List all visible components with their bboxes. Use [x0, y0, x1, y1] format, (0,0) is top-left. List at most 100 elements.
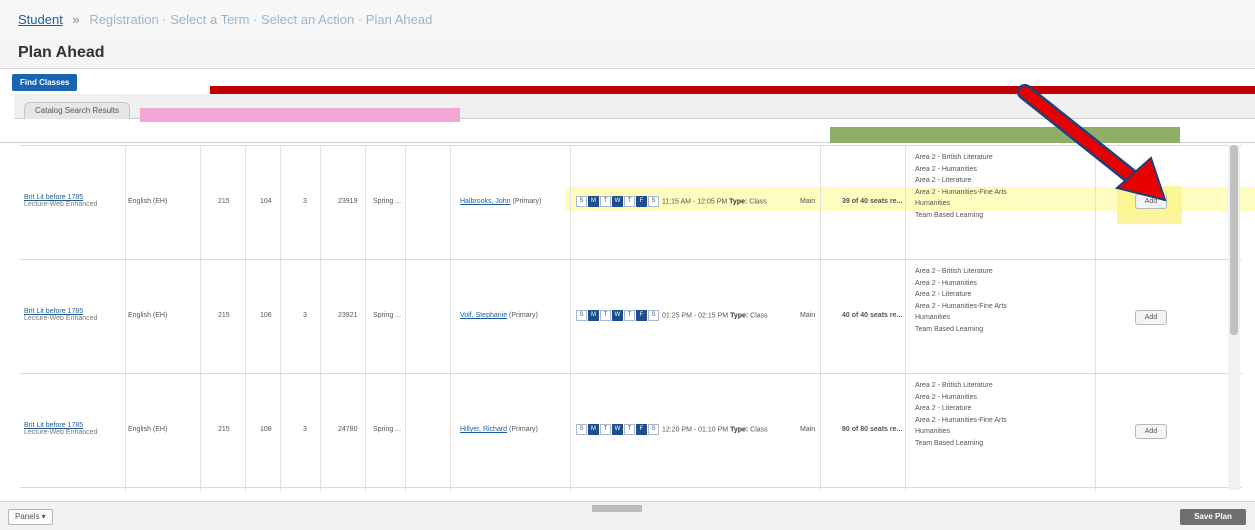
course-subtitle: Lecture-Web Enhanced — [24, 429, 98, 436]
term-cell: Spring ... — [373, 426, 402, 433]
campus-cell: Main — [800, 312, 816, 319]
instructor-link[interactable]: Halbrooks, John — [460, 198, 511, 205]
attribute-item: Team Based Learning — [915, 211, 984, 219]
subject-cell: English (EH) — [128, 312, 168, 319]
seats-cell: 80 of 80 seats re... — [842, 426, 903, 433]
day-monday: M — [588, 424, 599, 435]
term-cell: Spring ... — [373, 312, 402, 319]
attributes-cell: Area 2 - British Literature Area 2 - Hum… — [915, 152, 1007, 221]
campus-cell: Main — [800, 426, 816, 433]
attribute-item: Humanities — [915, 314, 951, 321]
panels-button[interactable]: Panels ▾ — [8, 509, 53, 525]
instructor-cell: Halbrooks, John (Primary) — [460, 198, 541, 205]
attribute-item: Area 2 - British Literature — [915, 154, 993, 161]
day-tuesday: T — [600, 310, 611, 321]
breadcrumb-separator: » — [72, 12, 80, 27]
course-title-link[interactable]: Brit Lit before 1785 — [24, 422, 83, 429]
hours-cell: 3 — [303, 426, 307, 433]
day-sunday: S — [576, 424, 587, 435]
day-monday: M — [588, 196, 599, 207]
course-subtitle: Lecture-Web Enhanced — [24, 315, 98, 322]
subject-cell: English (EH) — [128, 426, 168, 433]
day-thursday: T — [624, 310, 635, 321]
instructor-cell: Hillyer, Richard (Primary) — [460, 426, 538, 433]
course-number-cell: 215 — [218, 426, 230, 433]
instructor-link[interactable]: Volf, Stephanie — [460, 312, 507, 319]
attribute-item: Humanities — [915, 200, 951, 207]
results-scrollbar[interactable] — [1228, 145, 1240, 490]
meeting-time: 12:20 PM - 01:10 PM — [661, 426, 729, 434]
type-label: Type: — [730, 312, 749, 320]
meeting-time: 01:25 PM - 02:15 PM — [661, 312, 729, 320]
attribute-item: Team Based Learning — [915, 325, 984, 333]
course-title-link[interactable]: Brit Lit before 1785 — [24, 194, 83, 201]
day-wednesday: W — [612, 310, 623, 321]
scrollbar-thumb[interactable] — [1230, 145, 1238, 335]
course-subtitle: Lecture-Web Enhanced — [24, 201, 98, 208]
attribute-item: Area 2 - Humanities — [915, 393, 977, 401]
day-thursday: T — [624, 424, 635, 435]
attributes-cell: Area 2 - British Literature Area 2 - Hum… — [915, 380, 1007, 449]
attribute-item: Area 2 - Humanities — [915, 279, 977, 287]
crn-cell: 23919 — [338, 198, 358, 205]
attribute-item: Area 2 - Literature — [915, 291, 972, 298]
tab-catalog-search-results[interactable]: Catalog Search Results — [24, 102, 131, 119]
meeting-times-cell: SMTWTFS 12:20 PM - 01:10 PM Type: Class — [576, 424, 768, 435]
find-classes-button[interactable]: Find Classes — [12, 74, 78, 91]
seats-cell: 40 of 40 seats re... — [842, 312, 903, 319]
footer-bar: Panels ▾ Save Plan — [0, 501, 1255, 530]
subject-cell: English (EH) — [128, 198, 168, 205]
attribute-item: Area 2 - British Literature — [915, 382, 993, 389]
add-button[interactable]: Add — [1135, 310, 1167, 325]
save-plan-button[interactable]: Save Plan — [1180, 509, 1246, 525]
breadcrumb-trail[interactable]: Registration · Select a Term · Select an… — [89, 12, 432, 27]
attribute-item: Team Based Learning — [915, 439, 984, 447]
day-saturday: S — [648, 310, 659, 321]
hours-cell: 3 — [303, 312, 307, 319]
day-friday: F — [636, 310, 647, 321]
pager-handle[interactable] — [592, 505, 642, 512]
attributes-cell: Area 2 - British Literature Area 2 - Hum… — [915, 266, 1007, 335]
instructor-cell: Volf, Stephanie (Primary) — [460, 312, 538, 319]
course-number-cell: 215 — [218, 198, 230, 205]
attribute-item: Area 2 - Humanities-Fine Arts — [915, 302, 1007, 310]
hours-cell: 3 — [303, 198, 307, 205]
add-button[interactable]: Add — [1135, 424, 1167, 439]
title-bar: Plan Ahead — [0, 38, 1255, 69]
instructor-role: (Primary) — [509, 312, 538, 319]
crn-cell: 24780 — [338, 426, 358, 433]
meeting-days: SMTWTFS — [576, 196, 660, 207]
day-wednesday: W — [612, 196, 623, 207]
attribute-item: Area 2 - Literature — [915, 405, 972, 412]
day-monday: M — [588, 310, 599, 321]
course-number-cell: 215 — [218, 312, 230, 319]
red-arrow-icon — [1017, 84, 1167, 202]
attribute-item: Area 2 - Humanities-Fine Arts — [915, 188, 1007, 196]
meeting-time: 11:15 AM - 12:05 PM — [661, 198, 728, 206]
page-title: Plan Ahead — [18, 44, 105, 61]
day-friday: F — [636, 424, 647, 435]
attribute-item: Area 2 - Literature — [915, 177, 972, 184]
meeting-times-cell: SMTWTFS 11:15 AM - 12:05 PM Type: Class — [576, 196, 767, 207]
type-label: Type: — [729, 198, 748, 206]
top-bar: Student » Registration · Select a Term ·… — [0, 0, 1255, 39]
attribute-item: Area 2 - Humanities — [915, 165, 977, 173]
type-value: Class — [750, 426, 768, 434]
term-cell: Spring ... — [373, 198, 402, 205]
instructor-role: (Primary) — [512, 198, 542, 205]
section-cell: 108 — [260, 426, 272, 433]
day-saturday: S — [648, 196, 659, 207]
instructor-link[interactable]: Hillyer, Richard — [460, 426, 507, 433]
meeting-days: SMTWTFS — [576, 310, 660, 321]
type-label: Type: — [730, 426, 749, 434]
course-title-cell: Brit Lit before 1785 Lecture-Web Enhance… — [24, 194, 97, 208]
breadcrumb-student-link[interactable]: Student — [18, 12, 63, 27]
course-title-link[interactable]: Brit Lit before 1785 — [24, 308, 83, 315]
campus-cell: Main — [800, 198, 816, 205]
crn-cell: 23921 — [338, 312, 358, 319]
meeting-times-cell: SMTWTFS 01:25 PM - 02:15 PM Type: Class — [576, 310, 768, 321]
day-saturday: S — [648, 424, 659, 435]
table-row: Brit Lit before 1785 Lecture-Web Enhance… — [20, 260, 1242, 374]
day-tuesday: T — [600, 196, 611, 207]
day-thursday: T — [624, 196, 635, 207]
